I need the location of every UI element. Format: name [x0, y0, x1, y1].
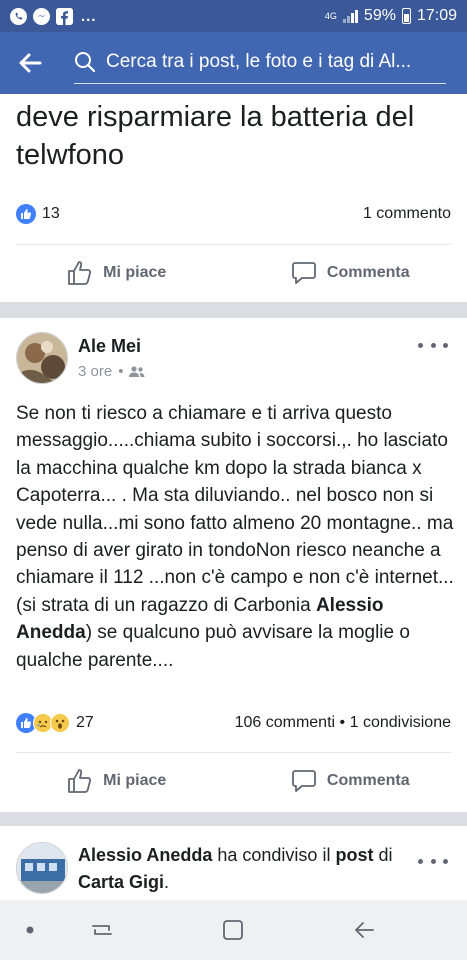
share-count-link[interactable]: 1 condivisione	[350, 714, 451, 731]
back-nav-button[interactable]	[334, 900, 394, 960]
back-button[interactable]	[0, 32, 60, 94]
home-icon	[223, 920, 243, 940]
whatsapp-icon	[10, 7, 27, 25]
nav-dot-button[interactable]	[0, 900, 60, 960]
status-indicators: 4G 59% 17:09	[325, 7, 457, 25]
friends-icon	[129, 365, 145, 377]
recent-apps-button[interactable]	[72, 900, 132, 960]
battery-icon	[401, 8, 411, 24]
search-box[interactable]	[74, 42, 446, 84]
shared-author-link[interactable]: Alessio Anedda	[78, 845, 212, 865]
notification-icons: ...	[10, 7, 97, 25]
reaction-count[interactable]: 13	[42, 205, 60, 223]
status-more-dots: ...	[81, 7, 97, 25]
back-nav-icon	[355, 922, 374, 938]
navigation-bar	[0, 900, 467, 960]
back-arrow-icon	[19, 53, 42, 73]
signal-icon	[342, 9, 358, 23]
meta-separator: •	[118, 363, 124, 380]
like-button[interactable]: Mi piace	[0, 245, 234, 301]
recent-apps-icon	[92, 925, 112, 935]
thumbs-up-icon	[68, 261, 92, 285]
post-text: Se non ti riesco a chiamare e ti arriva …	[16, 403, 454, 616]
clock: 17:09	[416, 7, 457, 24]
network-type: 4G	[324, 10, 337, 21]
comment-button-label: Commenta	[326, 772, 410, 789]
reaction-count[interactable]: 27	[76, 714, 94, 732]
more-options-button[interactable]	[418, 335, 448, 355]
search-icon	[75, 51, 96, 72]
post-reactions: 27 106 commenti • 1 condivisione	[16, 713, 451, 733]
like-button-label: Mi piace	[103, 772, 167, 789]
comment-button[interactable]: Commenta	[234, 245, 467, 301]
previous-post-reactions: 13 1 commento	[16, 204, 451, 224]
shared-author-avatar[interactable]	[16, 842, 68, 894]
comment-button[interactable]: Commenta	[234, 753, 467, 809]
avatar[interactable]	[16, 332, 68, 384]
previous-post-text: deve risparmiare la batteria del telwfon…	[16, 101, 415, 171]
comment-button-label: Commenta	[326, 264, 410, 281]
source-page-link[interactable]: Carta Gigi	[78, 872, 164, 892]
post-body: Se non ti riesco a chiamare e ti arriva …	[16, 400, 456, 674]
previous-post-card: deve risparmiare la batteria del telwfon…	[0, 94, 467, 302]
post-actions: Mi piace Commenta	[0, 753, 467, 809]
thumbs-up-icon	[68, 769, 92, 793]
comment-bubble-icon	[292, 770, 316, 792]
comment-count-link[interactable]: 1 commento	[363, 205, 451, 223]
post-time[interactable]: 3 ore	[78, 363, 112, 380]
title-end: .	[164, 872, 170, 892]
post-engagement: 106 commenti • 1 condivisione	[235, 714, 451, 732]
search-input[interactable]	[106, 50, 436, 73]
engagement-separator: •	[339, 714, 346, 731]
post-author[interactable]: Ale Mei	[78, 336, 141, 357]
comment-bubble-icon	[292, 262, 316, 284]
search-header	[0, 32, 467, 94]
previous-post-actions: Mi piace Commenta	[0, 245, 467, 301]
status-bar: ... 4G 59% 17:09	[0, 0, 467, 32]
comment-count-link[interactable]: 106 commenti	[235, 714, 336, 731]
of-text: di	[373, 845, 393, 865]
dot-icon	[26, 926, 34, 934]
share-action-text: ha condiviso il	[212, 845, 336, 865]
post-meta: 3 ore •	[78, 363, 145, 380]
home-button[interactable]	[203, 900, 263, 960]
facebook-icon	[56, 7, 73, 25]
messenger-icon	[33, 7, 50, 25]
shared-post-title: Alessio Anedda ha condiviso il post di C…	[78, 842, 398, 896]
like-button[interactable]: Mi piace	[0, 753, 234, 809]
wow-reaction-icon	[50, 713, 70, 733]
like-button-label: Mi piace	[103, 264, 167, 281]
post-card: Ale Mei 3 ore • Se non ti riesco a chiam…	[0, 318, 467, 812]
shared-post-card: Alessio Anedda ha condiviso il post di C…	[0, 826, 467, 906]
battery-percent: 59%	[363, 7, 396, 24]
like-reaction-icon	[16, 204, 36, 224]
post-link[interactable]: post	[335, 845, 373, 865]
more-options-button[interactable]	[418, 851, 448, 871]
